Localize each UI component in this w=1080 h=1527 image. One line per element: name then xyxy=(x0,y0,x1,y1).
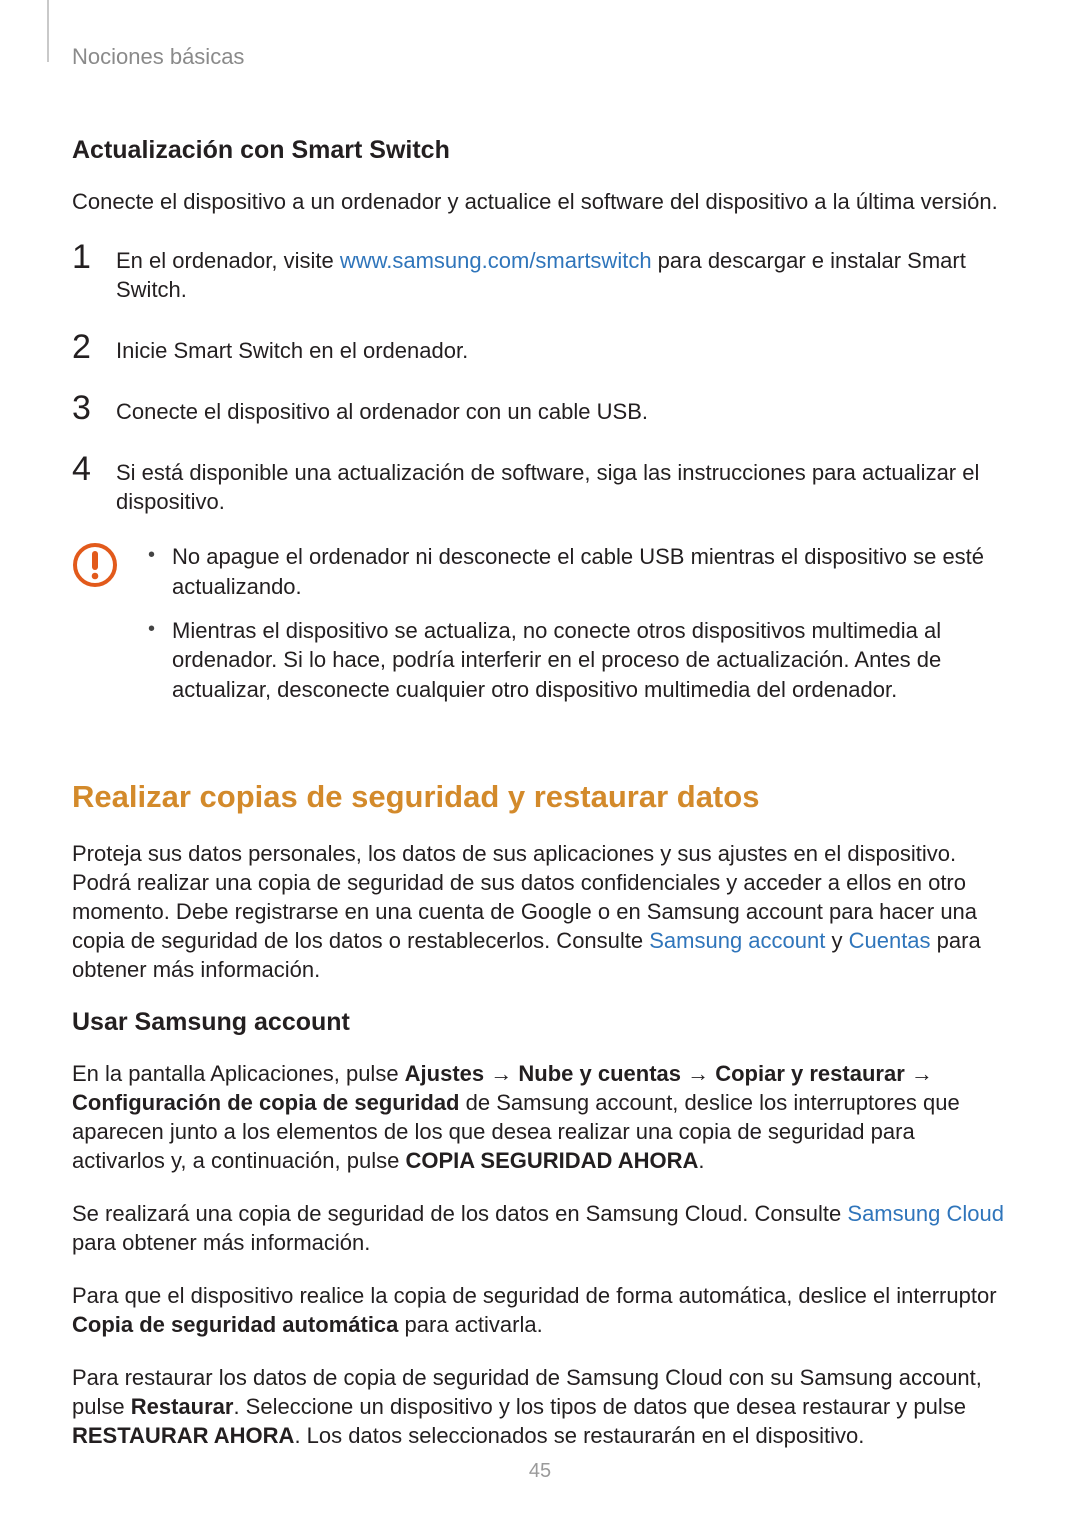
text: . Seleccione un dispositivo y los tipos … xyxy=(233,1394,966,1419)
bold: Nube y cuentas xyxy=(518,1061,681,1086)
link-samsung-account[interactable]: Samsung account xyxy=(649,928,825,953)
step-number: 4 xyxy=(72,452,96,486)
bold: RESTAURAR AHORA xyxy=(72,1423,294,1448)
bold: Restaurar xyxy=(131,1394,234,1419)
use-samsung-p4: Para restaurar los datos de copia de seg… xyxy=(72,1363,1008,1450)
link-samsung-cloud[interactable]: Samsung Cloud xyxy=(847,1201,1004,1226)
text: Se realizará una copia de seguridad de l… xyxy=(72,1201,847,1226)
warning-icon xyxy=(72,542,118,588)
page-gutter-line xyxy=(47,0,49,62)
text: . Los datos seleccionados se restaurarán… xyxy=(294,1423,864,1448)
running-header: Nociones básicas xyxy=(72,44,1008,70)
step-body: En el ordenador, visite www.samsung.com/… xyxy=(116,246,1008,304)
use-samsung-p1: En la pantalla Aplicaciones, pulse Ajust… xyxy=(72,1059,1008,1175)
step-body: Si está disponible una actualización de … xyxy=(116,458,1008,516)
bold: Copiar y restaurar xyxy=(715,1061,905,1086)
page-number: 45 xyxy=(0,1460,1080,1483)
text: . xyxy=(698,1148,704,1173)
step-number: 1 xyxy=(72,240,96,274)
bold: Configuración de copia de seguridad xyxy=(72,1090,460,1115)
text: Para que el dispositivo realice la copia… xyxy=(72,1283,997,1308)
text: En la pantalla Aplicaciones, pulse xyxy=(72,1061,405,1086)
warning-item: Mientras el dispositivo se actualiza, no… xyxy=(146,616,1008,705)
heading-update-smart-switch: Actualización con Smart Switch xyxy=(72,136,1008,165)
link-smartswitch[interactable]: www.samsung.com/smartswitch xyxy=(340,248,652,273)
step-body: Inicie Smart Switch en el ordenador. xyxy=(116,336,1008,365)
text: y xyxy=(825,928,848,953)
warning-callout: No apague el ordenador ni desconecte el … xyxy=(72,542,1008,718)
step-3: 3 Conecte el dispositivo al ordenador co… xyxy=(72,391,1008,426)
text: para activarla. xyxy=(398,1312,542,1337)
warning-body: No apague el ordenador ni desconecte el … xyxy=(146,542,1008,718)
step-1: 1 En el ordenador, visite www.samsung.co… xyxy=(72,240,1008,304)
bold: COPIA SEGURIDAD AHORA xyxy=(405,1148,698,1173)
section-title-backup: Realizar copias de seguridad y restaurar… xyxy=(72,779,1008,815)
use-samsung-p2: Se realizará una copia de seguridad de l… xyxy=(72,1199,1008,1257)
heading-use-samsung-account: Usar Samsung account xyxy=(72,1008,1008,1037)
bold: Ajustes xyxy=(405,1061,484,1086)
bold: Copia de seguridad automática xyxy=(72,1312,398,1337)
link-cuentas[interactable]: Cuentas xyxy=(849,928,931,953)
page: Nociones básicas Actualización con Smart… xyxy=(0,0,1080,1527)
step-text-pre: En el ordenador, visite xyxy=(116,248,340,273)
use-samsung-p3: Para que el dispositivo realice la copia… xyxy=(72,1281,1008,1339)
arrow: → xyxy=(484,1061,518,1086)
arrow: → xyxy=(681,1061,715,1086)
backup-intro: Proteja sus datos personales, los datos … xyxy=(72,839,1008,984)
text: para obtener más información. xyxy=(72,1230,370,1255)
step-2: 2 Inicie Smart Switch en el ordenador. xyxy=(72,330,1008,365)
warning-item: No apague el ordenador ni desconecte el … xyxy=(146,542,1008,601)
step-4: 4 Si está disponible una actualización d… xyxy=(72,452,1008,516)
intro-text: Conecte el dispositivo a un ordenador y … xyxy=(72,187,1008,216)
step-number: 2 xyxy=(72,330,96,364)
arrow: → xyxy=(905,1061,933,1086)
step-body: Conecte el dispositivo al ordenador con … xyxy=(116,397,1008,426)
step-number: 3 xyxy=(72,391,96,425)
